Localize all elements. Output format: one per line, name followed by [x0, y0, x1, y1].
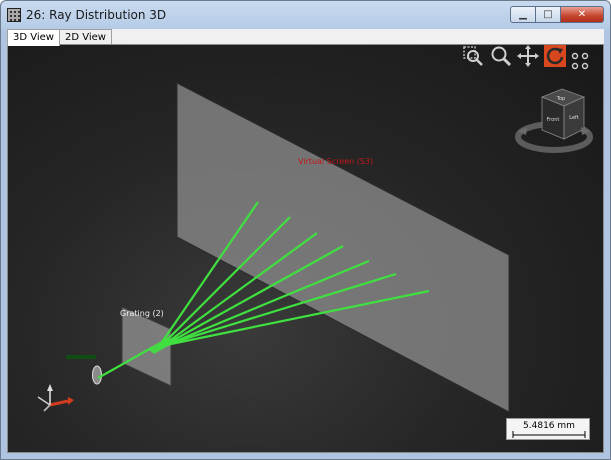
axis-triad: [37, 384, 74, 412]
tab-2d-view[interactable]: 2D View: [58, 29, 112, 45]
title-bar[interactable]: 26: Ray Distribution 3D ▁ □ ✕: [1, 1, 610, 29]
window-controls: ▁ □ ✕: [510, 6, 604, 24]
pan-icon[interactable]: [517, 45, 539, 67]
zoom-icon[interactable]: [490, 45, 512, 67]
close-button[interactable]: ✕: [560, 6, 604, 23]
fit-views-icon[interactable]: [571, 52, 589, 70]
virtual-screen-label: Virtual Screen (S3): [298, 157, 374, 166]
view-cube: Top Front Left: [515, 88, 593, 153]
zoom-region-icon[interactable]: [462, 45, 484, 67]
view-cube-face-front: Front: [547, 117, 560, 123]
axis-triad-z2: [43, 404, 51, 412]
view-tabs: 3D View 2D View: [7, 29, 112, 46]
3d-viewport[interactable]: Top Front Left Virtual Screen (S3) Grati…: [7, 44, 604, 453]
axis-triad-y-head: [47, 384, 53, 391]
window-title: 26: Ray Distribution 3D: [26, 8, 167, 22]
client-area: 3D View 2D View Top Front Left Virtual S…: [7, 29, 604, 453]
view-cube-face-top: Top: [556, 96, 565, 102]
app-icon: [7, 8, 21, 22]
grating-label: Grating (2): [120, 309, 164, 318]
axis-triad-z: [37, 396, 51, 406]
view-cube-face-left: Left: [569, 115, 578, 121]
tab-3d-view[interactable]: 3D View: [7, 29, 60, 46]
rotate-icon[interactable]: [544, 45, 566, 67]
source-disk: [92, 365, 102, 385]
scene-drawing: Top Front Left: [37, 82, 593, 413]
axis-triad-x-head: [68, 397, 74, 405]
minimize-button[interactable]: ▁: [510, 6, 536, 23]
scale-bar: 5.4816 mm: [506, 418, 590, 440]
axis-triad-x: [49, 399, 69, 407]
scale-bar-line: [512, 431, 586, 438]
maximize-button[interactable]: □: [535, 6, 561, 23]
app-window: 26: Ray Distribution 3D ▁ □ ✕ 3D View 2D…: [0, 0, 611, 460]
